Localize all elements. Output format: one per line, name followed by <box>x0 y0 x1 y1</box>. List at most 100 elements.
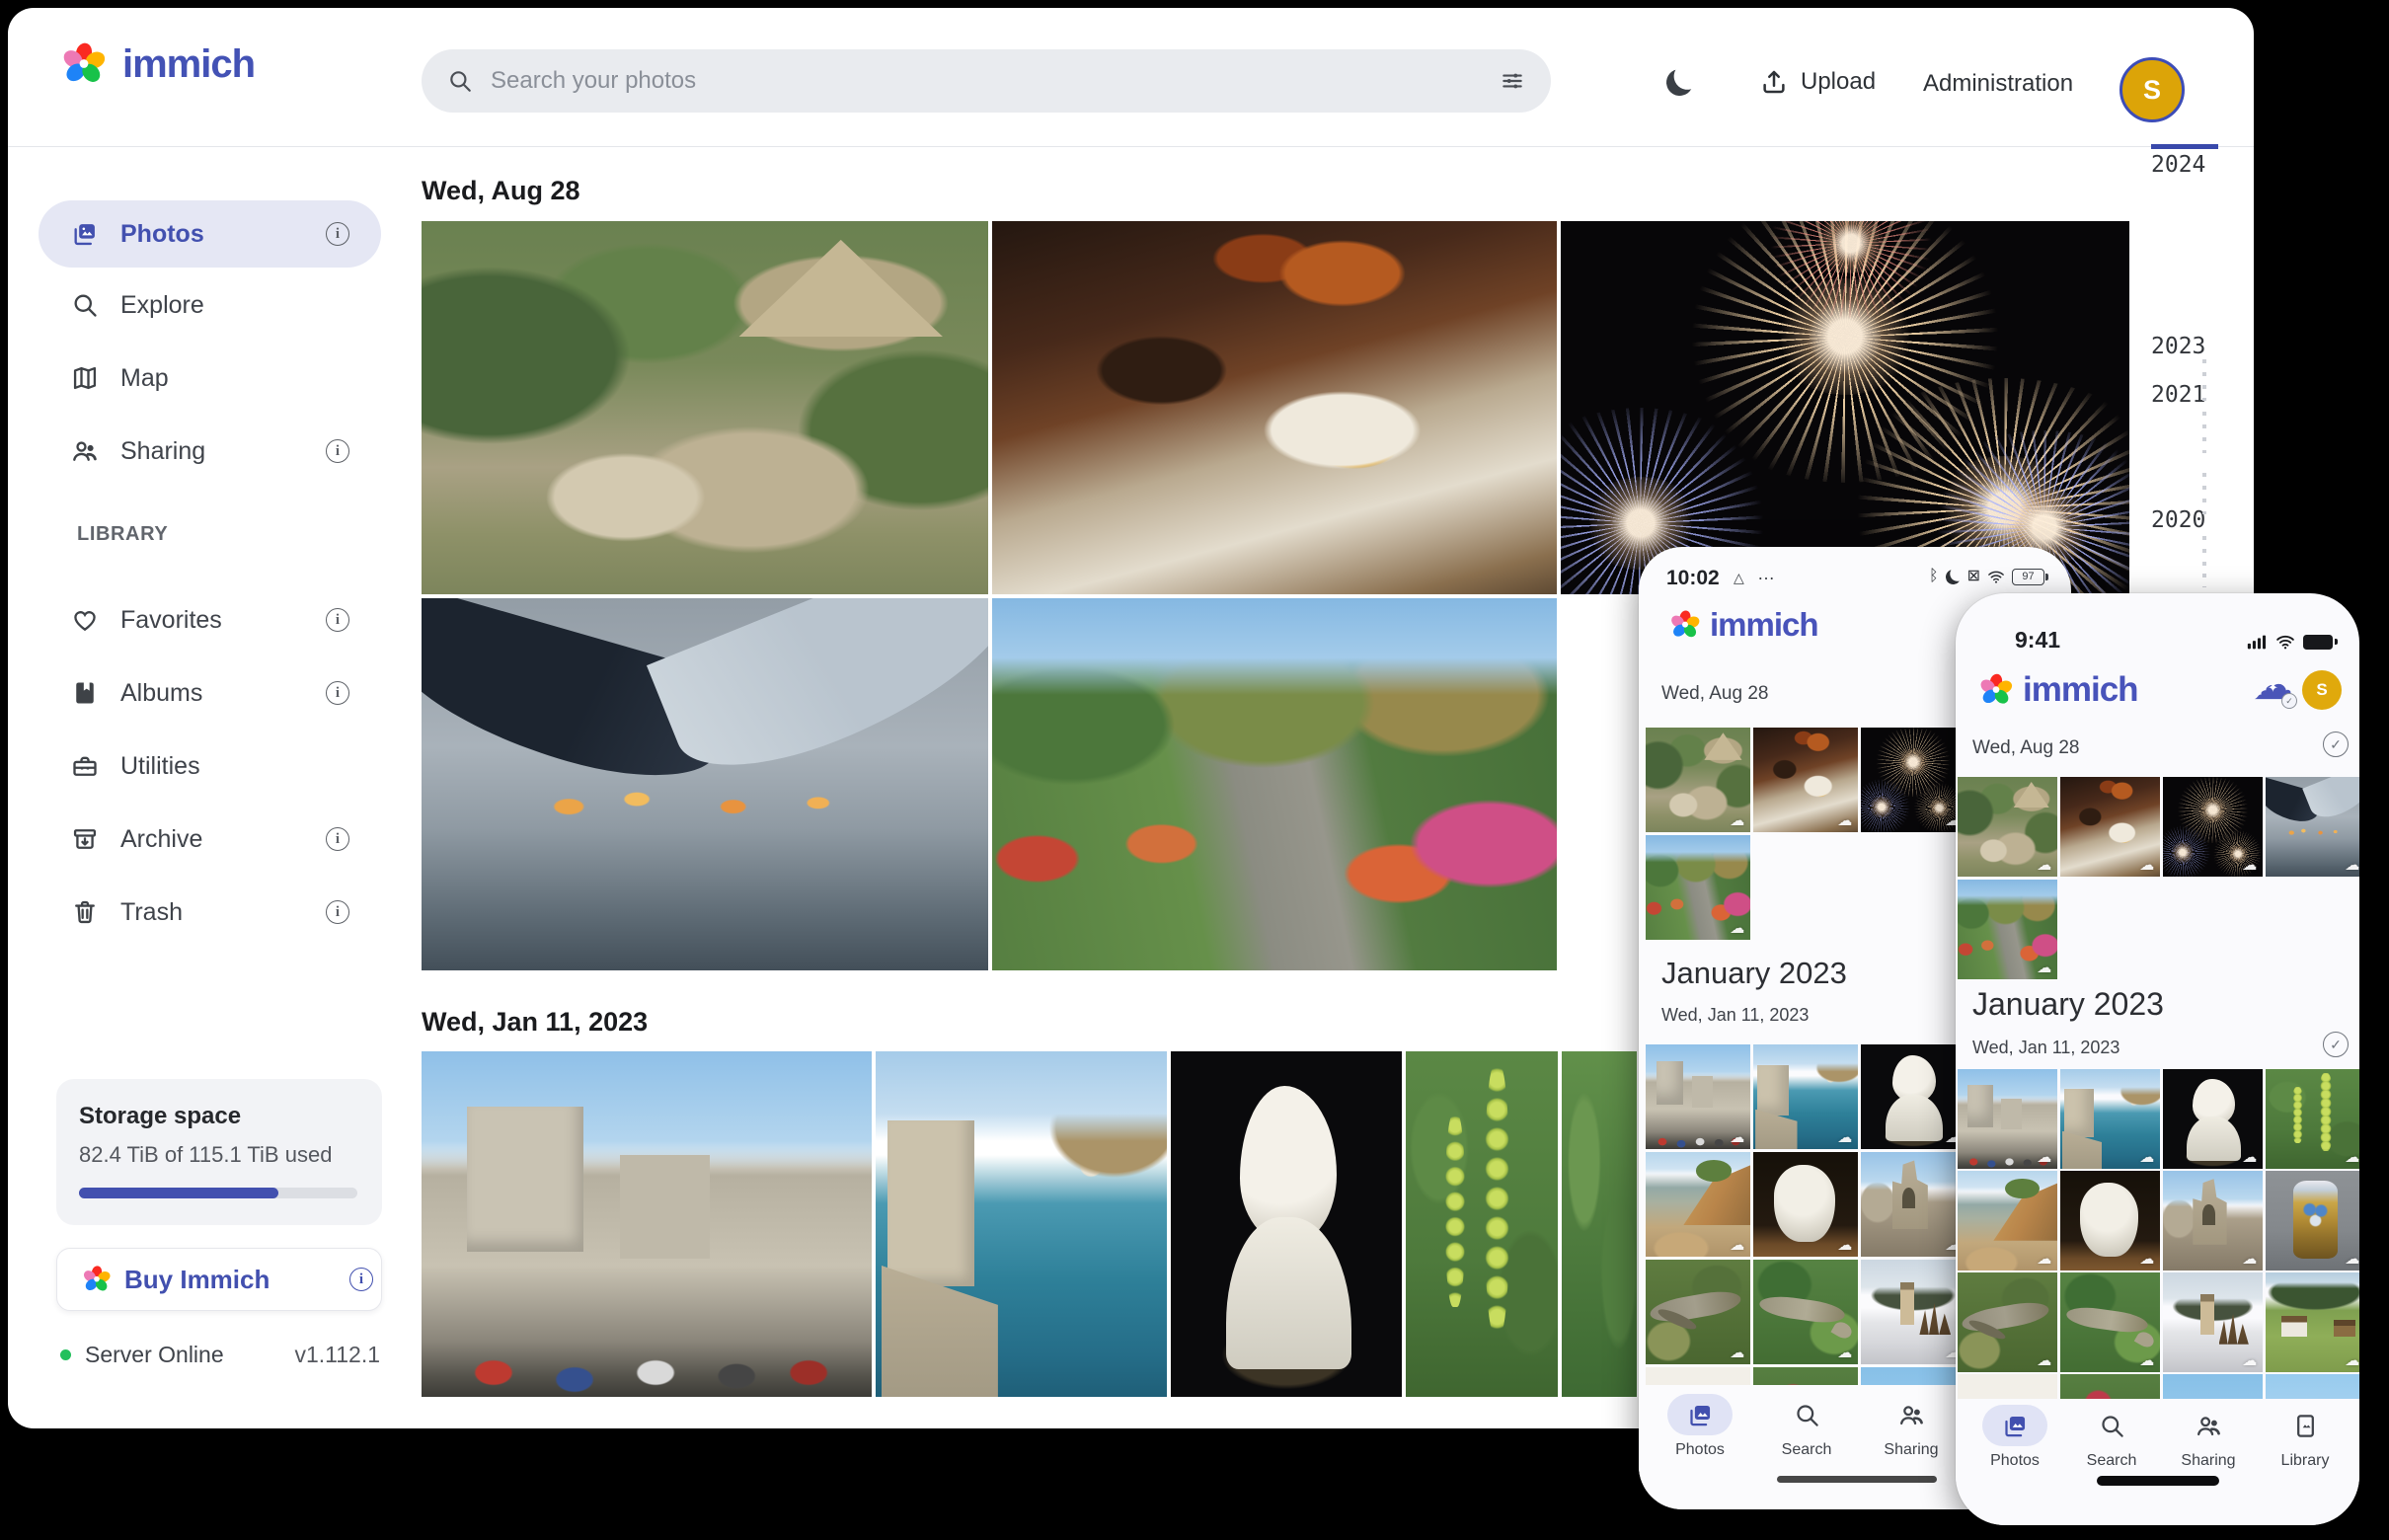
photo-tile-marble-bust[interactable] <box>2163 1069 2263 1169</box>
photo-tile-green-berries[interactable] <box>2266 1069 2359 1169</box>
server-online-dot <box>60 1349 71 1360</box>
nav-item-photos[interactable]: Photos <box>1967 1405 2062 1470</box>
sidebar-item-map[interactable]: Map <box>39 345 381 412</box>
photo-tile-fortress-sea[interactable] <box>876 1051 1167 1397</box>
timeline-year[interactable]: 2023 <box>2151 334 2218 359</box>
photo-tile-green-berries[interactable] <box>1406 1051 1558 1397</box>
date-group-heading: Wed, Aug 28 <box>422 176 580 206</box>
photo-tile-garden-path[interactable] <box>1646 835 1750 940</box>
nav-item-search[interactable]: Search <box>1759 1394 1854 1459</box>
photo-tile-lizard-moss[interactable] <box>2060 1272 2160 1372</box>
photo-tile-alpine-field[interactable] <box>2266 1272 2359 1372</box>
archive-icon <box>71 825 99 853</box>
nav-item-photos[interactable]: Photos <box>1653 1394 1747 1459</box>
timeline-position-bar[interactable] <box>2151 144 2218 149</box>
photo-tile-lizard[interactable] <box>1958 1272 2057 1372</box>
photo-tile-autumn-dinner[interactable] <box>1753 728 1858 832</box>
theme-toggle-button[interactable] <box>1666 69 1693 96</box>
cloud-icon <box>2345 1252 2359 1267</box>
people-icon <box>1898 1402 1925 1428</box>
avatar[interactable]: S <box>2119 57 2185 122</box>
timeline-year[interactable]: 2021 <box>2151 382 2218 408</box>
sidebar-item-trash[interactable]: Trash <box>39 879 381 946</box>
nav-item-search[interactable]: Search <box>2064 1405 2159 1470</box>
photo-tile-stone-sculpture[interactable] <box>1753 1152 1858 1257</box>
nav-item-sharing[interactable]: Sharing <box>2161 1405 2256 1470</box>
sidebar-item-albums[interactable]: Albums <box>39 659 381 727</box>
info-icon[interactable] <box>326 900 349 924</box>
photo-tile-lizard[interactable] <box>1646 1260 1750 1364</box>
mute-icon: ⊠ <box>1967 569 1980 584</box>
photo-tile-garden-path[interactable] <box>992 598 1557 970</box>
search-filters-icon[interactable] <box>1500 68 1525 94</box>
nav-label: Library <box>2281 1452 2330 1470</box>
select-all-icon[interactable] <box>2323 732 2349 757</box>
avatar[interactable]: S <box>2302 670 2342 710</box>
photo-tile-monkeys-forest[interactable] <box>422 221 988 594</box>
firework-burst <box>1869 728 1957 797</box>
select-all-icon[interactable] <box>2323 1032 2349 1057</box>
upload-label: Upload <box>1801 68 1876 96</box>
photo-tile-monkeys-forest[interactable] <box>1958 777 2057 877</box>
toolbox-icon <box>71 752 99 780</box>
app-logo[interactable]: immich <box>59 39 255 89</box>
photo-tile-beach-cliff[interactable] <box>1958 1171 2057 1270</box>
photo-tile-fortress-cars[interactable] <box>1958 1069 2057 1169</box>
backup-sync-icon[interactable] <box>2253 672 2294 706</box>
bluetooth-icon: ᛒ <box>1929 569 1939 584</box>
info-icon[interactable] <box>326 439 349 463</box>
sidebar-item-archive[interactable]: Archive <box>39 806 381 873</box>
nav-item-library[interactable]: Library <box>2258 1405 2352 1470</box>
photo-tile-marble-bust[interactable] <box>1171 1051 1402 1397</box>
info-icon[interactable] <box>349 1268 373 1291</box>
info-icon[interactable] <box>326 827 349 851</box>
app-logo: immich <box>1668 606 1818 644</box>
home-indicator[interactable] <box>2097 1476 2219 1486</box>
photo-tile-winter-village[interactable] <box>1861 1260 1965 1364</box>
photo-tile-green-leaves[interactable] <box>1562 1051 1637 1397</box>
timeline-year[interactable]: 2024 <box>2151 152 2218 178</box>
photo-tile-fortress-cars[interactable] <box>422 1051 872 1397</box>
photo-tile-marble-bust[interactable] <box>1861 1044 1965 1149</box>
photo-tile-couple-hands[interactable] <box>2266 777 2359 877</box>
photo-tile-autumn-dinner[interactable] <box>992 221 1557 594</box>
nav-item-sharing[interactable]: Sharing <box>1864 1394 1959 1459</box>
photo-tile-garden-path[interactable] <box>1958 880 2057 979</box>
sidebar-item-explore[interactable]: Explore <box>39 271 381 339</box>
photo-tile-lizard-moss[interactable] <box>1753 1260 1858 1364</box>
search-bar[interactable] <box>422 49 1551 113</box>
photo-tile-fortress-sea[interactable] <box>1753 1044 1858 1149</box>
photo-tile-ruins[interactable] <box>2163 1171 2263 1270</box>
photo-tile-beach-cliff[interactable] <box>1646 1152 1750 1257</box>
photo-tile-fortress-cars[interactable] <box>1646 1044 1750 1149</box>
photo-tile-ruins[interactable] <box>1861 1152 1965 1257</box>
search-icon <box>1794 1402 1820 1428</box>
nav-label: Photos <box>1675 1441 1725 1459</box>
timeline-year[interactable]: 2020 <box>2151 507 2218 533</box>
search-input[interactable] <box>473 67 1500 95</box>
photo-tile-fireworks[interactable] <box>1561 221 2129 594</box>
info-icon[interactable] <box>326 608 349 632</box>
buy-immich-button[interactable]: Buy Immich <box>56 1248 382 1311</box>
photo-tile-winter-village[interactable] <box>2163 1272 2263 1372</box>
sidebar-item-sharing[interactable]: Sharing <box>39 418 381 485</box>
sidebar-item-photos[interactable]: Photos <box>39 200 381 268</box>
sidebar-item-favorites[interactable]: Favorites <box>39 586 381 654</box>
nav-icon-wrap <box>2176 1405 2241 1446</box>
upload-button[interactable]: Upload <box>1759 67 1876 97</box>
home-indicator[interactable] <box>1777 1476 1937 1483</box>
photo-tile-fireworks[interactable] <box>2163 777 2263 877</box>
photo-tile-stone-sculpture[interactable] <box>2060 1171 2160 1270</box>
photo-tile-ornate-trophy[interactable] <box>2266 1171 2359 1270</box>
info-icon[interactable] <box>326 681 349 705</box>
photo-tile-couple-hands[interactable] <box>422 598 988 970</box>
info-icon[interactable] <box>326 222 349 246</box>
photo-tile-fireworks[interactable] <box>1861 728 1965 832</box>
storage-card: Storage space 82.4 TiB of 115.1 TiB used <box>56 1079 382 1225</box>
photo-tile-monkeys-forest[interactable] <box>1646 728 1750 832</box>
administration-button[interactable]: Administration <box>1923 70 2073 98</box>
date-group-heading: Wed, Jan 11, 2023 <box>1661 1005 1809 1026</box>
photo-tile-fortress-sea[interactable] <box>2060 1069 2160 1169</box>
sidebar-item-utilities[interactable]: Utilities <box>39 732 381 800</box>
photo-tile-autumn-dinner[interactable] <box>2060 777 2160 877</box>
